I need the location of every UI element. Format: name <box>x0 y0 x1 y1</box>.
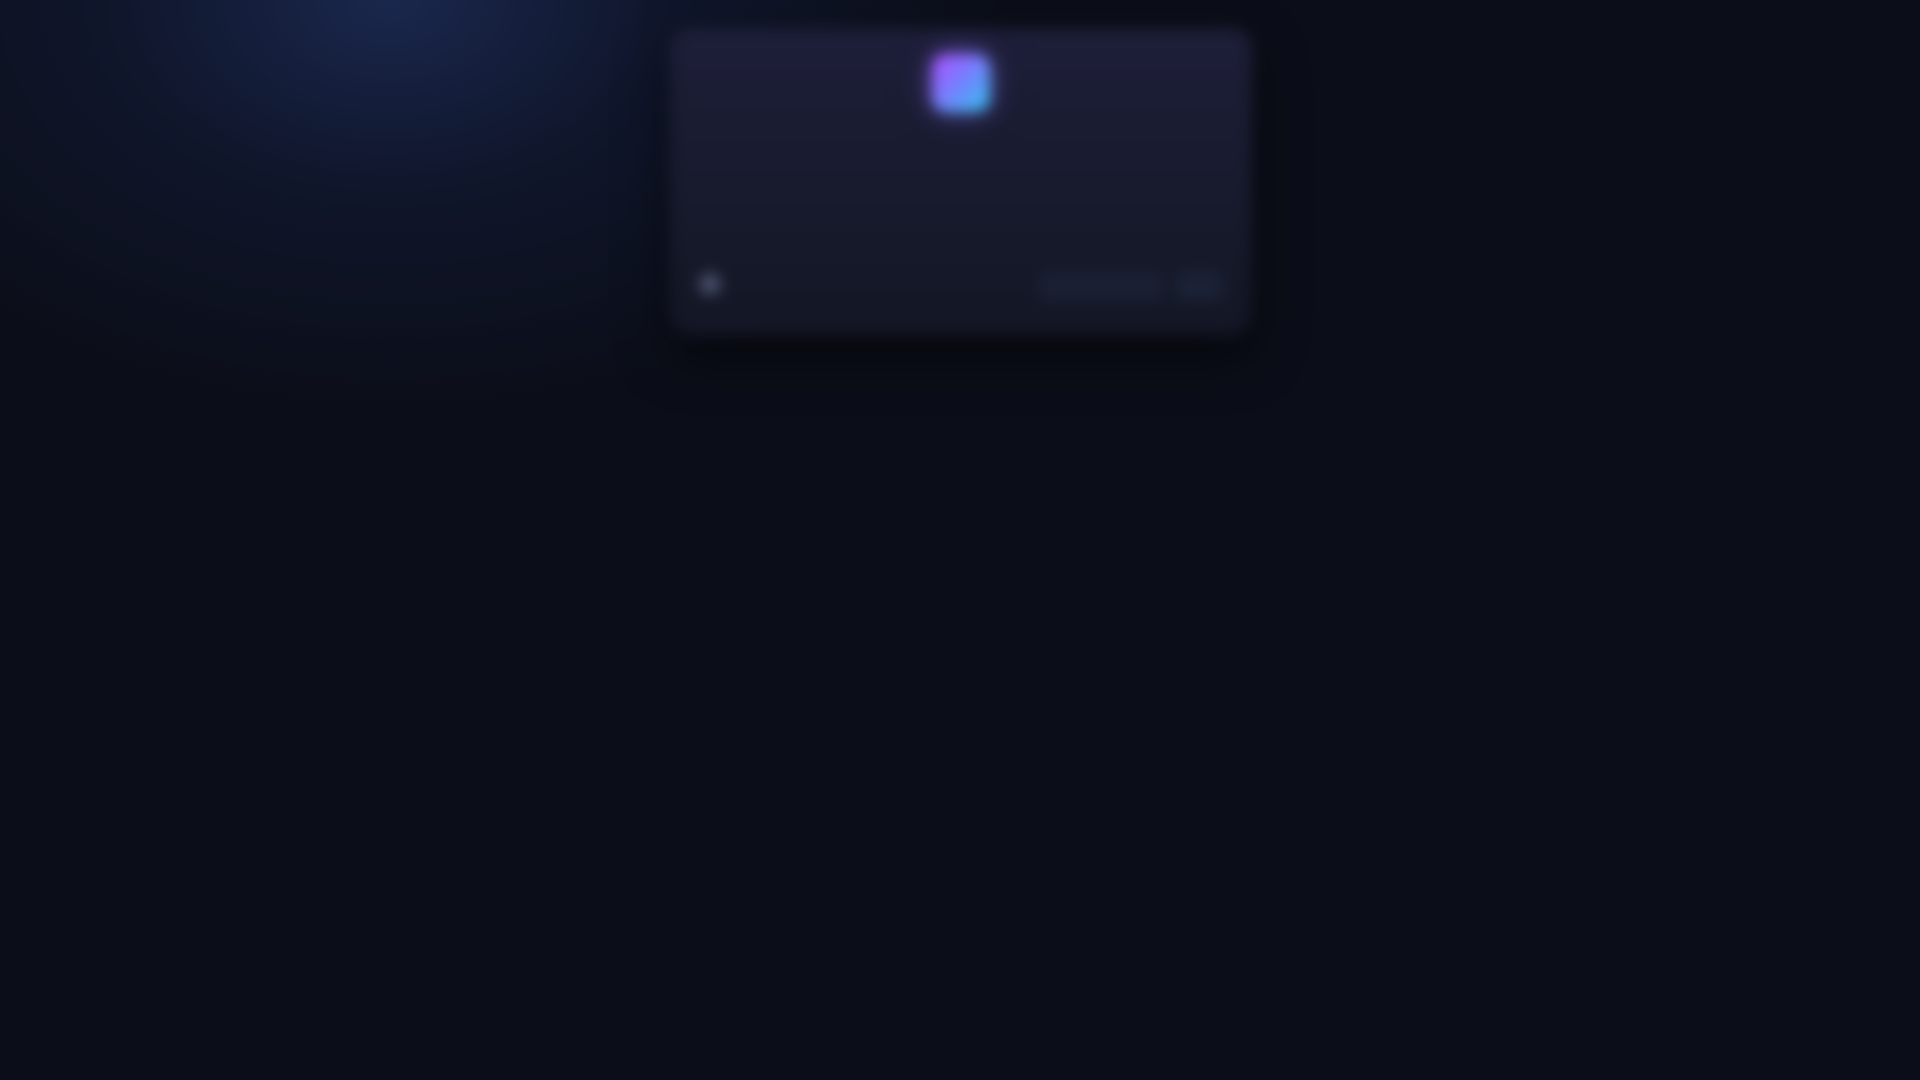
status-indicator <box>699 273 731 295</box>
app-screen <box>0 0 1920 1080</box>
main-card <box>670 28 1252 335</box>
control-bar <box>699 251 1223 311</box>
secondary-action-button[interactable] <box>1175 271 1223 301</box>
primary-action-button[interactable] <box>1039 271 1163 301</box>
status-dot-icon <box>699 273 721 295</box>
blurred-content <box>0 0 1920 1080</box>
app-logo-icon <box>932 54 990 112</box>
